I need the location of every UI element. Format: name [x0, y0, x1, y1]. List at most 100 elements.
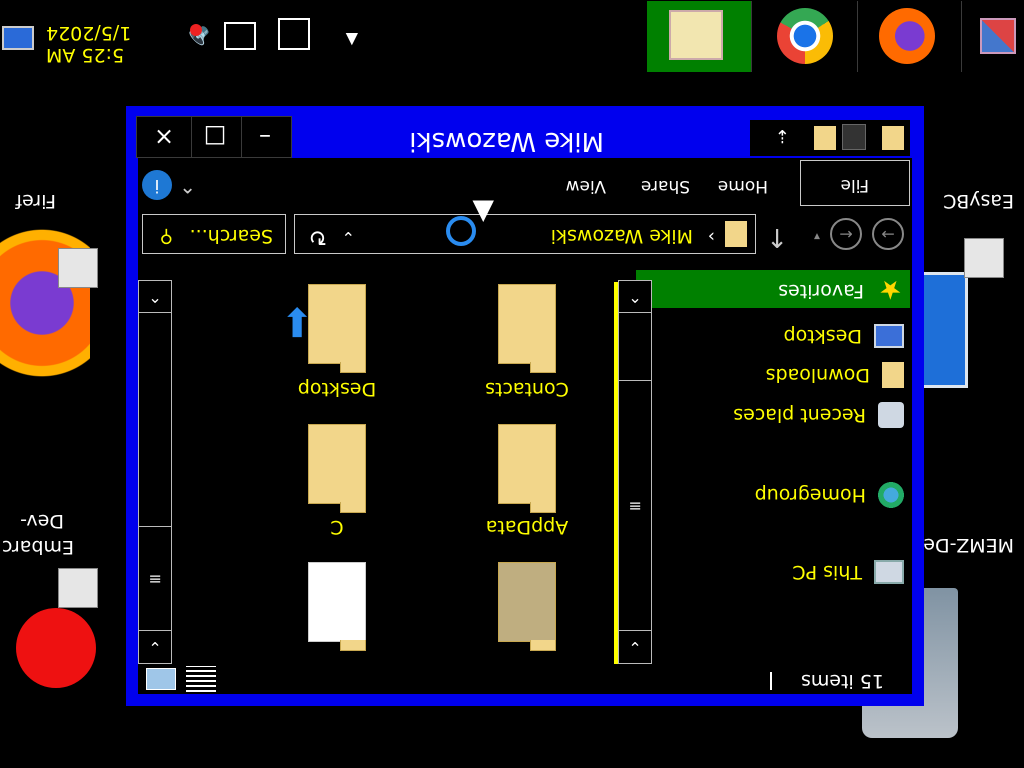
- status-divider: [770, 672, 772, 690]
- chrome-icon: [777, 8, 833, 64]
- close-button[interactable]: ×: [136, 116, 192, 158]
- properties-icon[interactable]: [842, 124, 866, 150]
- search-input[interactable]: Search...: [190, 225, 273, 247]
- shortcut-arrow-icon: [964, 238, 1004, 278]
- ribbon-tab-file[interactable]: File: [800, 160, 910, 206]
- title-bar[interactable]: ⇣ Mike Wazowski – □ ×: [136, 116, 912, 158]
- mouse-pointer-icon: ▲: [472, 197, 494, 230]
- file-item-label: Desktop: [297, 378, 377, 400]
- desktop-icon-label-firef[interactable]: Firef: [15, 190, 56, 212]
- refresh-icon[interactable]: ↻: [309, 224, 327, 249]
- folder-icon[interactable]: [882, 126, 904, 150]
- file-explorer-icon: [669, 10, 723, 60]
- scroll-down-button[interactable]: ⌄: [139, 630, 171, 663]
- address-row: → ← ▾ ↑ › Mike Wazowski ⌄ ↻ Search... ⚲: [138, 210, 912, 256]
- ribbon: File Home Share View ⌃ i: [138, 160, 912, 208]
- tray-overflow-chevron-icon[interactable]: ▲: [346, 31, 358, 50]
- shortcut-arrow-icon: [58, 568, 98, 608]
- shortcut-arrow-icon: [58, 248, 98, 288]
- nav-item-label: Desktop: [783, 325, 862, 348]
- desktop-icon-label-embarc[interactable]: Embarc: [2, 536, 74, 558]
- up-button[interactable]: ↑: [766, 222, 788, 252]
- folder-icon: [498, 562, 556, 642]
- embarcadero-icon: [16, 608, 96, 688]
- ribbon-tab-home[interactable]: Home: [718, 176, 768, 196]
- help-icon[interactable]: i: [142, 170, 172, 200]
- nav-scrollbar[interactable]: ⌄ ≡ ⌃: [618, 280, 652, 664]
- nav-item-favorites[interactable]: ★ Favorites: [636, 270, 910, 308]
- nav-item-label: Recent places: [733, 404, 866, 427]
- taskbar-firefox[interactable]: [857, 1, 962, 72]
- user-folder-icon: [725, 221, 747, 247]
- desktop-icon-firefox[interactable]: [0, 218, 94, 378]
- address-bar[interactable]: › Mike Wazowski ⌄ ↻: [294, 214, 756, 254]
- this-pc-icon: [874, 560, 904, 584]
- ribbon-tab-file-label: File: [840, 175, 869, 195]
- taskbar-file-explorer[interactable]: [647, 1, 752, 72]
- ribbon-tab-view[interactable]: View: [566, 176, 606, 196]
- app-grid-icon[interactable]: [980, 18, 1016, 54]
- quick-access-toolbar: ⇣: [750, 120, 910, 156]
- address-dropdown-icon[interactable]: ⌄: [342, 228, 355, 247]
- customize-toolbar-icon[interactable]: ⇣: [775, 125, 790, 146]
- file-item-documents[interactable]: [452, 264, 602, 374]
- homegroup-icon: [878, 482, 904, 508]
- nav-item-desktop[interactable]: Desktop: [784, 324, 904, 348]
- file-item-label: C: [330, 516, 344, 538]
- recent-locations-icon[interactable]: ▾: [814, 230, 820, 244]
- new-folder-icon[interactable]: [814, 126, 836, 150]
- clock-date: 1/5/2024: [46, 22, 132, 44]
- breadcrumb-separator: ›: [707, 226, 715, 247]
- nav-item-label: Homegroup: [754, 484, 866, 507]
- star-icon: ★: [878, 274, 902, 304]
- desktop-icon-label-dev[interactable]: Dev-: [20, 510, 64, 532]
- recent-places-icon: [878, 402, 904, 428]
- nav-item-homegroup[interactable]: Homegroup: [755, 482, 904, 508]
- usb-icon[interactable]: [278, 18, 310, 50]
- file-item-appdata[interactable]: AppData: [452, 512, 602, 652]
- status-bar: 15 items: [138, 666, 912, 694]
- downloads-icon: [882, 362, 904, 388]
- ribbon-tab-share[interactable]: Share: [641, 176, 690, 196]
- firefox-icon: [879, 8, 935, 64]
- mute-badge-icon: [190, 24, 202, 36]
- scroll-up-button[interactable]: ⌃: [139, 280, 171, 313]
- clock-time: 5:25 AM: [46, 44, 125, 66]
- pane-splitter[interactable]: [614, 282, 618, 664]
- collapse-ribbon-icon[interactable]: ⌃: [179, 174, 196, 198]
- nav-item-recent-places[interactable]: Recent places: [733, 402, 904, 428]
- desktop-icon: [874, 324, 904, 348]
- file-item-desktop[interactable]: Desktop: [262, 374, 412, 514]
- show-desktop-icon[interactable]: [2, 26, 34, 50]
- scroll-down-button[interactable]: ⌄: [619, 630, 651, 663]
- search-box[interactable]: Search... ⚲: [142, 214, 286, 254]
- taskbar-chrome[interactable]: [753, 1, 858, 72]
- minimize-button[interactable]: –: [238, 116, 292, 158]
- nav-item-label: Downloads: [765, 364, 870, 387]
- file-item-contacts[interactable]: Contacts: [452, 374, 602, 514]
- window-body: ⇣ Mike Wazowski – □ × File Home Share Vi…: [136, 116, 912, 694]
- desktop-icon-label-easybc[interactable]: EasyBC: [943, 190, 1014, 212]
- tray-clock[interactable]: 5:25 AM 1/5/2024: [46, 22, 146, 66]
- nav-item-downloads[interactable]: Downloads: [766, 362, 904, 388]
- details-view-icon[interactable]: [186, 666, 216, 692]
- maximize-button[interactable]: □: [188, 116, 242, 158]
- download-arrow-icon: ⬇: [280, 298, 314, 344]
- file-list-scrollbar[interactable]: ⌄ ≡ ⌃: [138, 280, 172, 664]
- scroll-thumb[interactable]: ≡: [619, 380, 651, 631]
- file-list: AppData C Contacts Desktop ⬇: [138, 258, 612, 664]
- forward-button[interactable]: ←: [830, 218, 862, 250]
- network-icon[interactable]: [224, 22, 256, 50]
- scroll-thumb[interactable]: ≡: [139, 526, 171, 631]
- file-item-c[interactable]: C: [262, 512, 412, 652]
- breadcrumb-path[interactable]: Mike Wazowski: [551, 225, 693, 247]
- large-icons-view-icon[interactable]: [146, 668, 176, 690]
- back-button[interactable]: →: [872, 218, 904, 250]
- nav-item-label: Favorites: [778, 280, 864, 302]
- desktop-icon-label-memz[interactable]: MEMZ-Des: [913, 534, 1014, 556]
- desktop-icon-embarcadero[interactable]: [4, 608, 104, 708]
- nav-item-this-pc[interactable]: This PC: [792, 560, 904, 584]
- file-item-downloads[interactable]: ⬇: [262, 264, 412, 374]
- documents-folder-icon: [498, 284, 556, 364]
- scroll-up-button[interactable]: ⌃: [619, 280, 651, 313]
